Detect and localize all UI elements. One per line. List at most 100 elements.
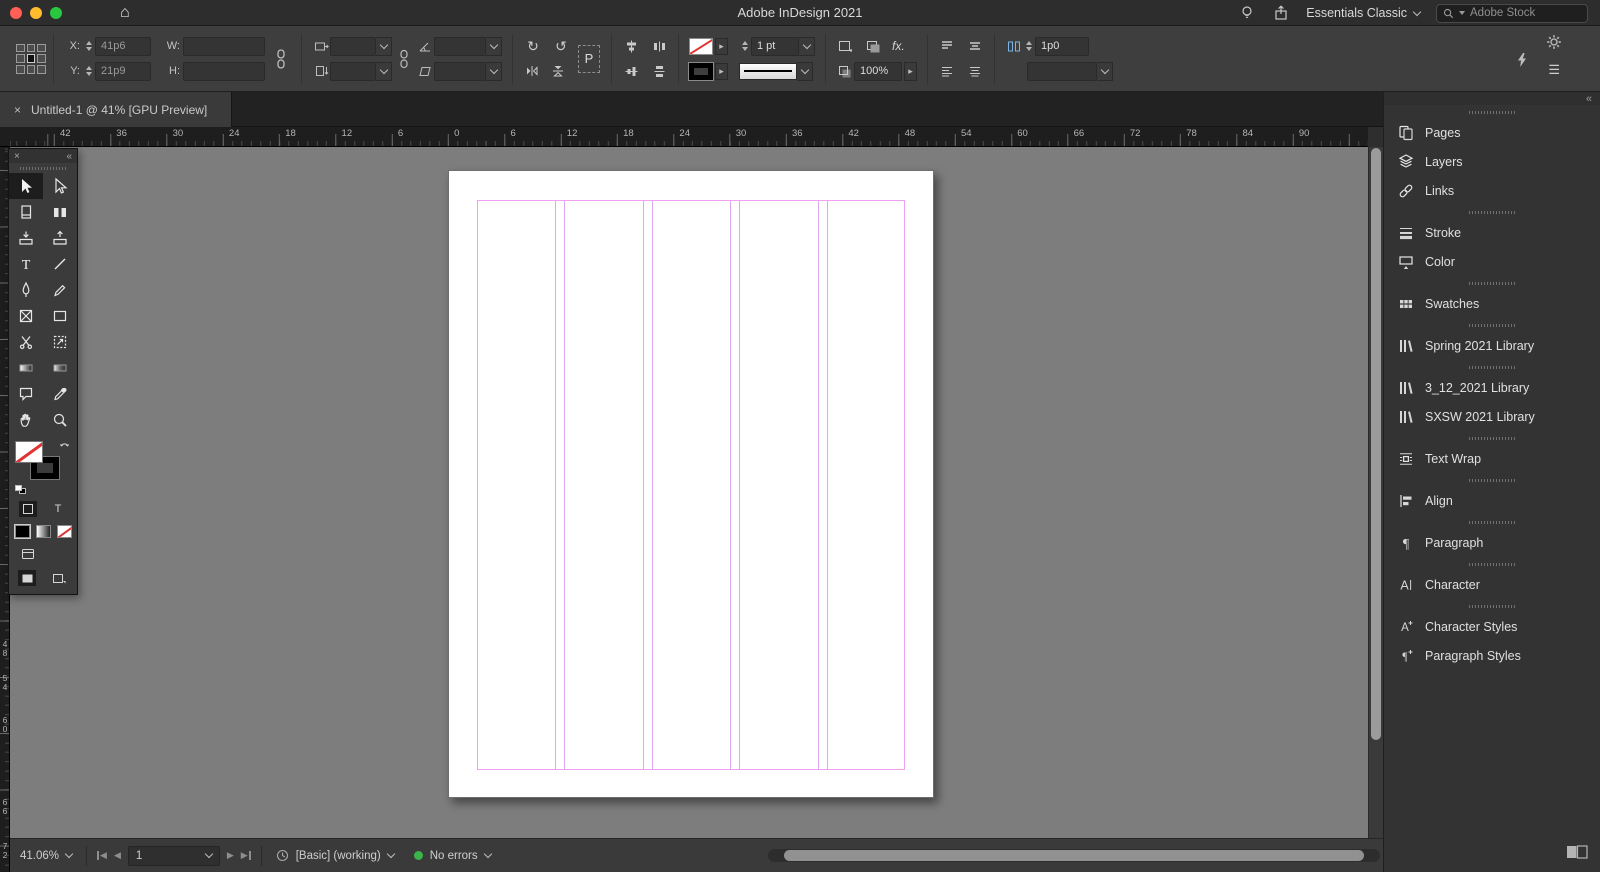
- scissors-tool[interactable]: [9, 329, 43, 355]
- stroke-weight-combo[interactable]: 1 pt: [739, 36, 815, 56]
- panel-item-align[interactable]: Align: [1384, 486, 1600, 515]
- object-style-icon[interactable]: [836, 37, 854, 55]
- minimize-window-button[interactable]: [30, 6, 42, 19]
- y-stepper[interactable]: [86, 66, 92, 76]
- screen-mode-normal-button[interactable]: [18, 570, 36, 586]
- panel-item-spring-2021-library[interactable]: Spring 2021 Library: [1384, 331, 1600, 360]
- reference-point-proxy[interactable]: [16, 43, 46, 74]
- distribute-vertical-icon[interactable]: [650, 62, 668, 80]
- pasteboard[interactable]: [10, 147, 1368, 838]
- constrain-dimensions-icon[interactable]: [272, 48, 290, 69]
- panel-item-paragraph[interactable]: ¶ Paragraph: [1384, 528, 1600, 557]
- align-text-left-icon[interactable]: [938, 62, 956, 80]
- rotate-ccw-button[interactable]: ↺: [551, 39, 571, 53]
- panel-item-text-wrap[interactable]: Text Wrap: [1384, 444, 1600, 473]
- story-direction-badge[interactable]: P: [578, 44, 600, 73]
- free-transform-tool[interactable]: [43, 329, 77, 355]
- zoom-level-combo[interactable]: 41.06%: [10, 850, 82, 862]
- document-tab[interactable]: × Untitled-1 @ 41% [GPU Preview]: [0, 92, 232, 127]
- drop-shadow-icon[interactable]: [864, 37, 882, 55]
- rectangle-frame-tool[interactable]: [9, 303, 43, 329]
- dock-collapse-button[interactable]: «: [1384, 92, 1600, 105]
- apply-none-button[interactable]: [56, 525, 72, 538]
- vertical-justify-center-icon[interactable]: [966, 37, 984, 55]
- panel-group-handle[interactable]: [1469, 211, 1515, 214]
- panel-item-layers[interactable]: Layers: [1384, 147, 1600, 176]
- pencil-tool[interactable]: [43, 277, 77, 303]
- constrain-scale-icon[interactable]: [395, 49, 413, 68]
- fill-swatch-none[interactable]: [689, 37, 713, 55]
- horizontal-scrollbar[interactable]: [768, 849, 1380, 862]
- distribute-horizontal-icon[interactable]: [650, 37, 668, 55]
- gear-icon[interactable]: [1546, 34, 1562, 55]
- gradient-feather-tool[interactable]: [43, 355, 77, 381]
- panel-item-paragraph-styles[interactable]: ¶ Paragraph Styles: [1384, 641, 1600, 670]
- zoom-window-button[interactable]: [50, 6, 62, 19]
- w-value-field[interactable]: [183, 36, 265, 56]
- flip-horizontal-button[interactable]: [523, 62, 541, 80]
- view-options-button[interactable]: [19, 546, 37, 562]
- x-stepper[interactable]: [86, 41, 92, 51]
- panel-group-handle[interactable]: [1469, 324, 1515, 327]
- page-tool[interactable]: [9, 199, 43, 225]
- effects-fx-button[interactable]: fx.: [892, 39, 905, 53]
- panel-group-handle[interactable]: [1469, 366, 1515, 369]
- panel-group-handle[interactable]: [1469, 521, 1515, 524]
- gradient-swatch-tool[interactable]: [9, 355, 43, 381]
- panel-group-handle[interactable]: [1469, 437, 1515, 440]
- learn-bulb-icon[interactable]: [1238, 4, 1256, 22]
- line-tool[interactable]: [43, 251, 77, 277]
- gutter-combo[interactable]: 1p0: [1005, 36, 1113, 56]
- panel-item-links[interactable]: Links: [1384, 176, 1600, 205]
- panel-group-handle[interactable]: [1469, 563, 1515, 566]
- content-placer-tool[interactable]: [43, 225, 77, 251]
- vertical-scrollbar[interactable]: [1368, 147, 1383, 838]
- panel-item-character-styles[interactable]: A Character Styles: [1384, 612, 1600, 641]
- hand-tool[interactable]: [9, 407, 43, 433]
- screen-mode-menu-button[interactable]: [50, 570, 68, 586]
- align-text-center-icon[interactable]: [966, 62, 984, 80]
- horizontal-scrollbar-thumb[interactable]: [784, 850, 1364, 861]
- panel-group-handle[interactable]: [1469, 111, 1515, 114]
- formatting-affects-container-button[interactable]: [19, 501, 37, 517]
- panel-item-character[interactable]: A Character: [1384, 570, 1600, 599]
- note-tool[interactable]: [9, 381, 43, 407]
- ruler-origin-corner[interactable]: [0, 127, 10, 147]
- panel-group-handle[interactable]: [1469, 605, 1515, 608]
- align-middle-icon[interactable]: [622, 62, 640, 80]
- fill-proxy-swatch-none[interactable]: [15, 441, 43, 463]
- close-window-button[interactable]: [10, 6, 22, 19]
- first-page-button[interactable]: ◀: [97, 851, 107, 860]
- scale-y-combo[interactable]: [312, 61, 392, 81]
- panel-item-sxsw-2021-library[interactable]: SXSW 2021 Library: [1384, 402, 1600, 431]
- document-page[interactable]: [448, 170, 934, 798]
- eyedropper-tool[interactable]: [43, 381, 77, 407]
- panel-item-pages[interactable]: Pages: [1384, 118, 1600, 147]
- preflight-status-combo[interactable]: No errors: [413, 850, 492, 862]
- rectangle-tool[interactable]: [43, 303, 77, 329]
- tools-panel-close-icon[interactable]: ×: [14, 151, 20, 162]
- zoom-tool[interactable]: [43, 407, 77, 433]
- apply-color-button[interactable]: [13, 524, 31, 539]
- next-page-button[interactable]: ▶: [227, 851, 234, 860]
- selection-tool[interactable]: [9, 173, 43, 199]
- panel-group-handle[interactable]: [1469, 479, 1515, 482]
- home-icon[interactable]: ⌂: [120, 4, 130, 21]
- gap-tool[interactable]: [43, 199, 77, 225]
- vertical-scrollbar-thumb[interactable]: [1371, 148, 1381, 740]
- last-page-button[interactable]: ▶: [241, 851, 251, 860]
- formatting-affects-text-button[interactable]: T: [49, 501, 67, 517]
- type-tool[interactable]: T: [9, 251, 43, 277]
- pen-tool[interactable]: [9, 277, 43, 303]
- page-number-combo[interactable]: 1: [127, 845, 220, 866]
- previous-page-button[interactable]: ◀: [114, 851, 121, 860]
- rotate-cw-button[interactable]: ↻: [523, 39, 543, 53]
- x-value-field[interactable]: 41p6: [95, 36, 151, 56]
- h-value-field[interactable]: [183, 61, 265, 81]
- panel-item-color[interactable]: Color: [1384, 247, 1600, 276]
- swap-fill-stroke-icon[interactable]: [58, 440, 71, 458]
- workspace-switcher[interactable]: Essentials Classic: [1306, 6, 1422, 20]
- lightning-icon[interactable]: [1516, 52, 1528, 73]
- tools-panel-collapse-icon[interactable]: «: [66, 151, 72, 162]
- preflight-profile-combo[interactable]: [Basic] (working): [276, 849, 395, 862]
